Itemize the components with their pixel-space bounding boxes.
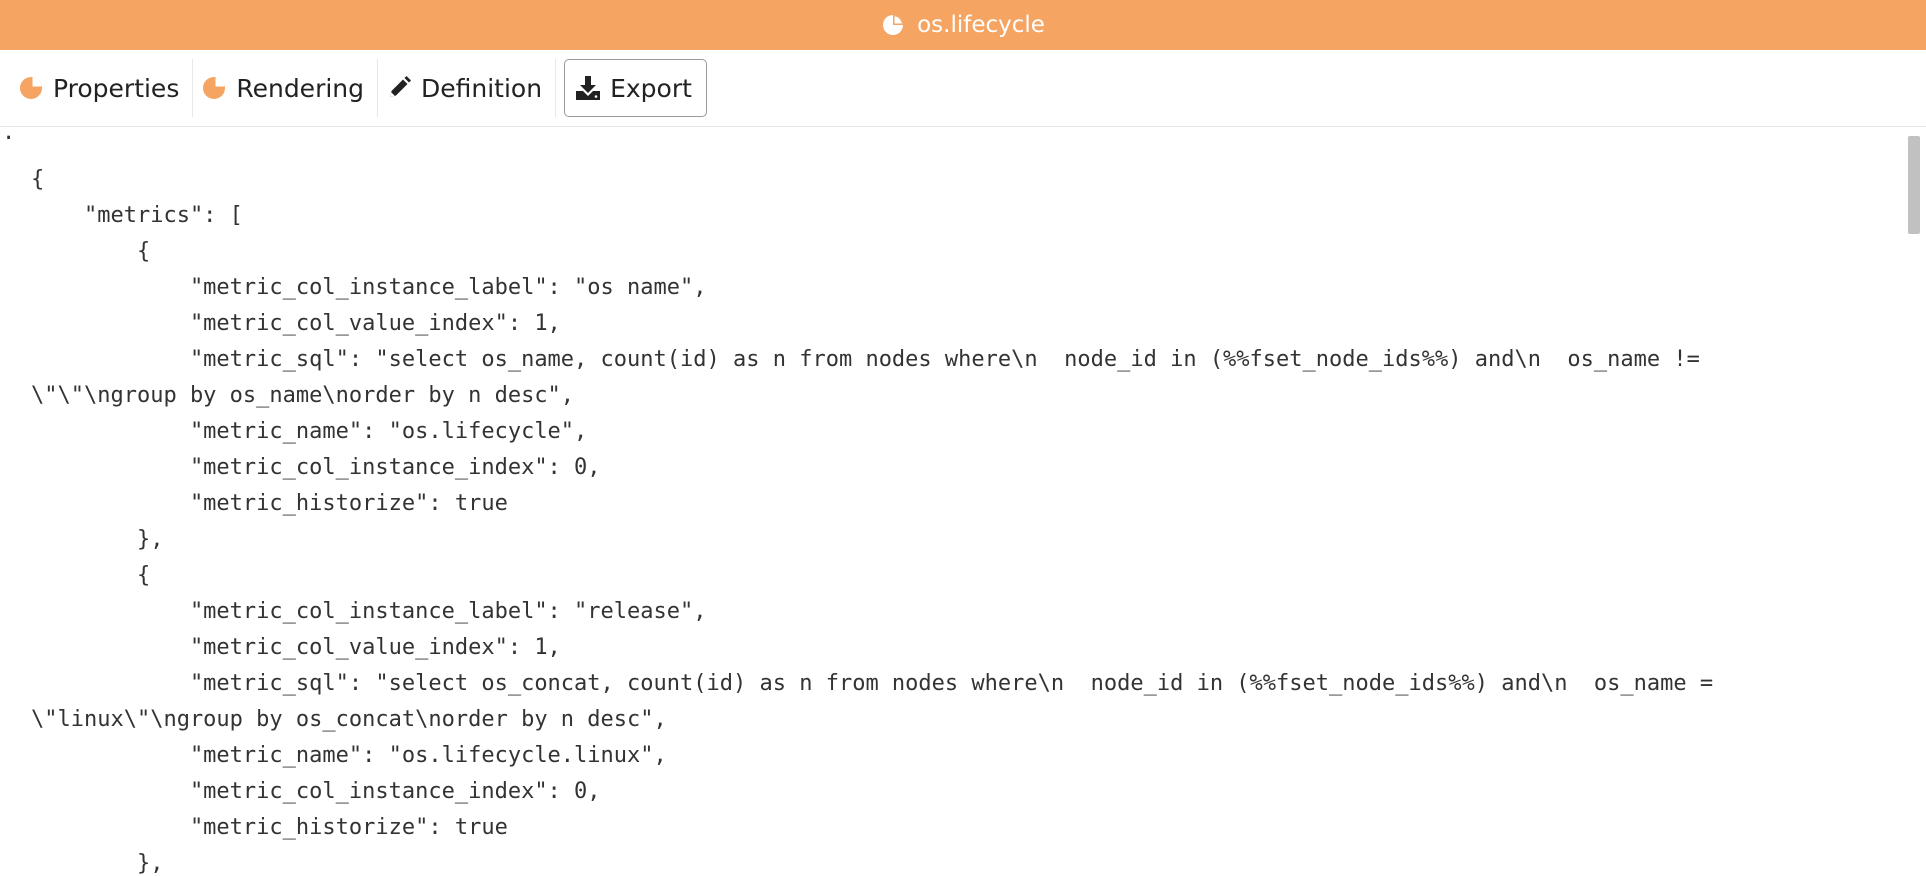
code-line: "metric_historize": true [31,815,508,840]
tab-export[interactable]: Export [564,59,707,117]
tab-label: Rendering [236,73,365,103]
code-line: "metric_col_instance_index": 0, [31,455,601,480]
vertical-scrollbar[interactable] [1904,128,1926,876]
pie-chart-icon [201,75,227,101]
code-line: "metric_col_value_index": 1, [31,311,561,336]
tab-label: Properties [53,73,180,103]
tab-label: Definition [421,73,543,103]
tab-label: Export [610,73,692,103]
code-line: { [31,563,151,588]
code-line: \"\"\ngroup by os_name\norder by n desc"… [31,383,575,408]
code-line: "metric_sql": "select os_name, count(id)… [31,347,1700,372]
code-line: { [31,239,151,264]
code-line: "metric_sql": "select os_concat, count(i… [31,671,1714,696]
code-line: }, [31,851,164,876]
code-line: "metric_col_instance_label": "release", [31,599,707,624]
pie-chart-icon [18,75,44,101]
code-line: "metric_historize": true [31,491,508,516]
code-line: "metric_col_instance_index": 0, [31,779,601,804]
window-title: os.lifecycle [917,12,1045,38]
tab-properties[interactable]: Properties [10,59,194,117]
code-line: \"linux\"\ngroup by os_concat\norder by … [31,707,667,732]
code-line: { [31,167,45,192]
pencil-icon [386,75,412,101]
code-line: "metric_name": "os.lifecycle.linux", [31,743,667,768]
download-icon [575,75,601,101]
cursor-marker: . [2,128,16,145]
export-panel: . { "metrics": [ { "metric_col_instance_… [0,128,1926,876]
tab-definition[interactable]: Definition [378,59,557,117]
code-line: "metric_col_instance_label": "os name", [31,275,707,300]
scrollbar-thumb[interactable] [1908,136,1920,234]
tab-bar: Properties Rendering Definition Export [0,50,1926,127]
export-json-text[interactable]: { "metrics": [ { "metric_col_instance_la… [0,162,1891,876]
app-window: os.lifecycle Properties Rendering Defini… [0,0,1926,876]
pie-chart-icon [881,13,905,37]
code-line: "metric_col_value_index": 1, [31,635,561,660]
code-line: "metrics": [ [31,203,243,228]
tab-rendering[interactable]: Rendering [193,59,379,117]
title-bar: os.lifecycle [0,0,1926,50]
code-line: "metric_name": "os.lifecycle", [31,419,588,444]
code-line: }, [31,527,164,552]
